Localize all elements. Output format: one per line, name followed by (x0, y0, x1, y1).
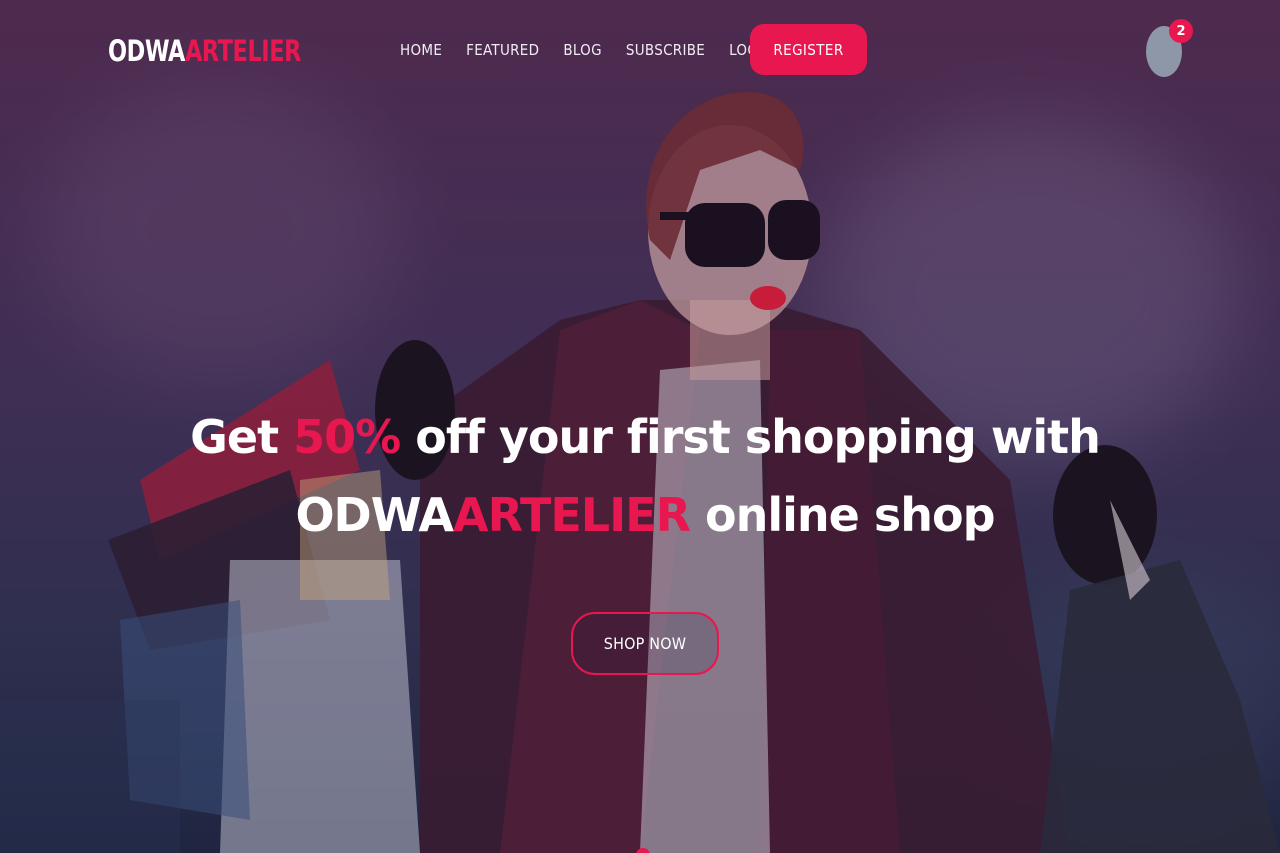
headline-brand-accent: ARTELIER (453, 488, 691, 542)
main-menu: HOME FEATURED BLOG SUBSCRIBE LOGIN (400, 38, 773, 62)
shop-now-button[interactable]: SHOP NOW (571, 612, 719, 675)
headline-text: Get (190, 410, 279, 464)
logo-text-accent: ARTELIER (184, 34, 301, 68)
nav-item-subscribe[interactable]: SUBSCRIBE (626, 38, 705, 62)
nav-item-featured[interactable]: FEATURED (466, 38, 539, 62)
cart-count-badge: 2 (1169, 19, 1193, 43)
headline-text: online shop (705, 488, 996, 542)
hero-headline: Get 50% off your first shopping with ODW… (140, 398, 1150, 554)
nav-item-blog[interactable]: BLOG (563, 38, 602, 62)
headline-brand-primary: ODWA (295, 488, 454, 542)
logo-text-primary: ODWA (108, 34, 185, 68)
brand-logo[interactable]: ODWAARTELIER (108, 33, 301, 69)
hero-section: ODWAARTELIER HOME FEATURED BLOG SUBSCRIB… (0, 0, 1280, 853)
top-navigation: ODWAARTELIER HOME FEATURED BLOG SUBSCRIB… (0, 0, 1280, 100)
headline-text: off your first shopping with (415, 410, 1101, 464)
cart-button[interactable]: 2 (1146, 19, 1193, 77)
register-button[interactable]: REGISTER (750, 24, 867, 75)
nav-item-home[interactable]: HOME (400, 38, 442, 62)
headline-discount: 50% (293, 410, 401, 464)
